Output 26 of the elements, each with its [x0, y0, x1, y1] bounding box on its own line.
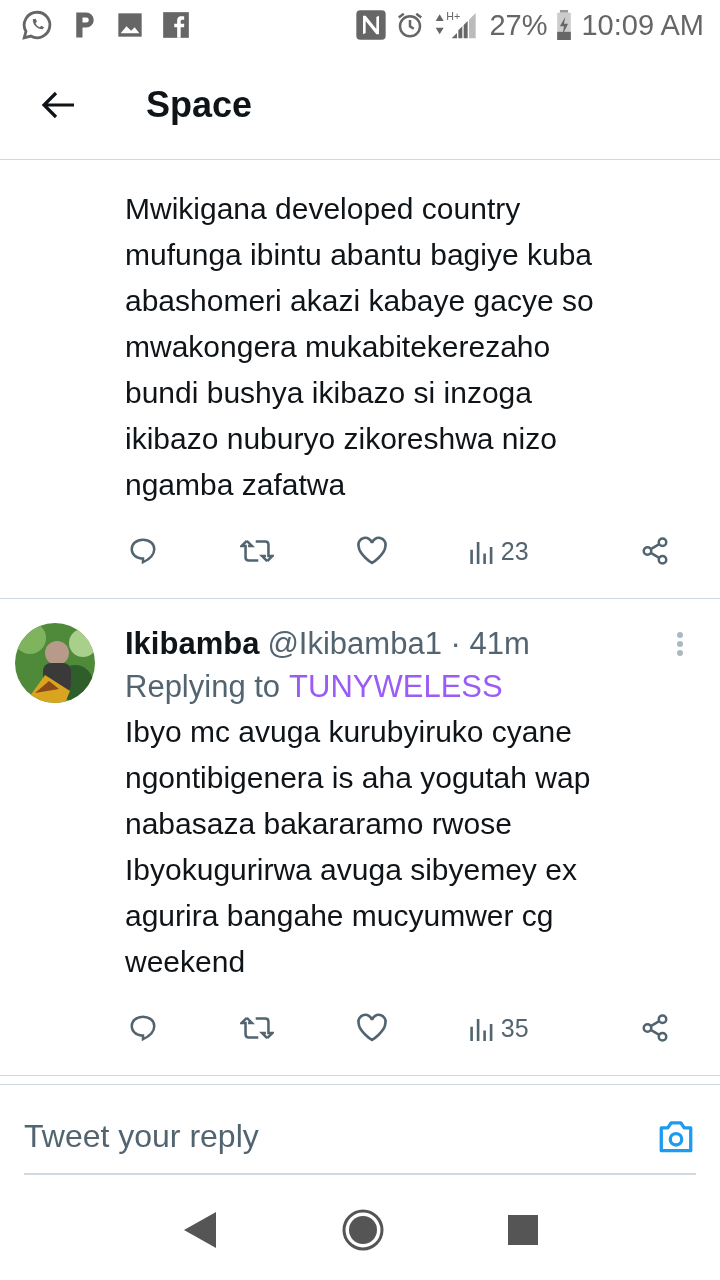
tweet-text: Ibyo mc avuga kurubyiruko cyane ngontibigenera is aha yogutah wap nabasaza bakararamo rwose Ibyokugurirwa avuga sibyemey ex agurira bangahe mucyumwer cg weekend — [125, 714, 592, 980]
retweet-icon[interactable] — [240, 537, 275, 565]
facebook-icon — [162, 11, 190, 39]
view-count: 23 — [500, 536, 529, 566]
image-icon — [116, 11, 144, 39]
share-icon[interactable] — [640, 1013, 670, 1043]
back-arrow-icon[interactable] — [40, 89, 76, 120]
home-nav-icon[interactable] — [341, 1208, 385, 1252]
author-name[interactable]: Ikibamba — [125, 626, 260, 662]
retweet-icon[interactable] — [240, 1014, 275, 1042]
mention-link[interactable]: TUNYWELESS — [289, 669, 503, 705]
view-count: 35 — [500, 1013, 529, 1043]
page-title: Space — [146, 83, 253, 126]
whatsapp-icon — [20, 8, 54, 42]
like-icon[interactable] — [355, 1013, 388, 1043]
recents-nav-icon[interactable] — [508, 1215, 539, 1245]
share-icon[interactable] — [640, 536, 670, 566]
author-handle: @Ikibamba1 · 41m — [267, 626, 531, 662]
like-icon[interactable] — [355, 536, 388, 566]
battery-percent: 27% — [489, 8, 548, 42]
replying-label: Replying to — [125, 669, 281, 705]
nfc-icon — [355, 9, 388, 41]
battery-icon — [555, 10, 574, 40]
reply-field[interactable]: Tweet your reply — [24, 1117, 656, 1155]
tweet-text: Mwikigana developed country mufunga ibintu abantu bagiye kuba abashomeri akazi kabaye gacye so mwakongera mukabitekerezaho bundi bushya ikibazo si inzoga ikibazo nuburyo zikoreshwa nizo ngamba zafatwa — [125, 191, 595, 503]
clock: 10:09 AM — [581, 8, 704, 42]
